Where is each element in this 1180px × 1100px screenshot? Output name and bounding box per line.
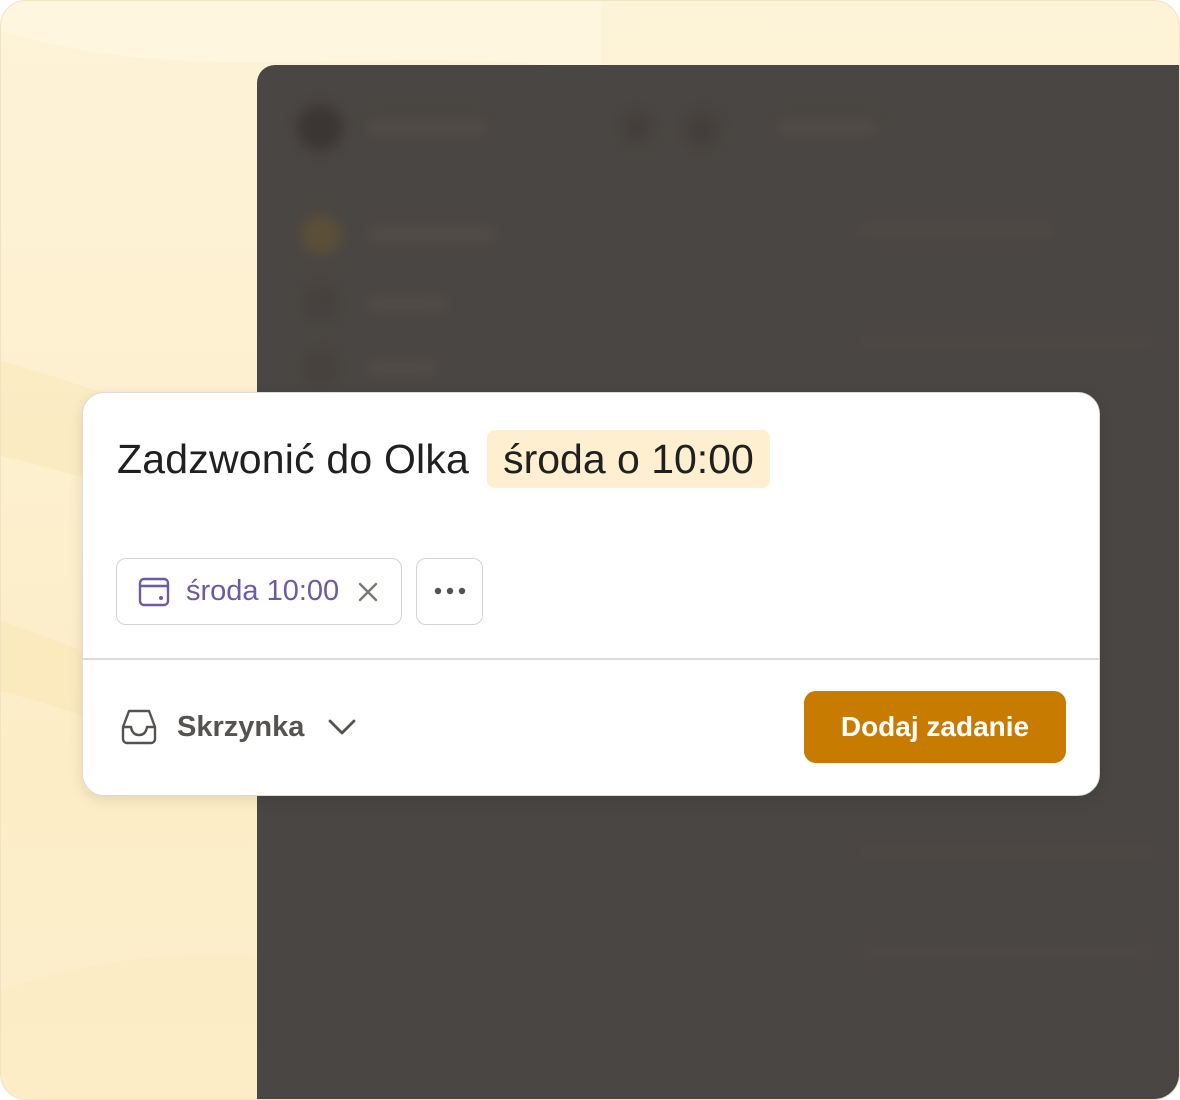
project-label: Skrzynka <box>177 710 305 743</box>
divider <box>83 658 1099 660</box>
close-icon[interactable] <box>355 579 381 605</box>
task-input[interactable]: Zadzwonić do Olka środa o 10:00 <box>117 429 770 489</box>
task-attributes-row: środa 10:00 <box>116 558 484 625</box>
due-date-chip[interactable]: środa 10:00 <box>116 558 403 625</box>
more-horizontal-icon <box>433 583 467 601</box>
due-date-label: środa 10:00 <box>186 575 340 607</box>
inbox-icon <box>119 707 159 747</box>
more-options-button[interactable] <box>416 558 484 625</box>
add-task-button[interactable]: Dodaj zadanie <box>804 691 1066 763</box>
parsed-date-highlight: środa o 10:00 <box>487 430 770 488</box>
chevron-down-icon <box>326 711 358 743</box>
task-title-text: Zadzwonić do Olka <box>117 435 470 482</box>
app-frame: Zadzwonić do Olka środa o 10:00 środa 10… <box>0 0 1180 1100</box>
calendar-icon <box>137 575 171 609</box>
quick-add-dialog: Zadzwonić do Olka środa o 10:00 środa 10… <box>82 392 1100 796</box>
project-selector[interactable]: Skrzynka <box>119 705 358 749</box>
